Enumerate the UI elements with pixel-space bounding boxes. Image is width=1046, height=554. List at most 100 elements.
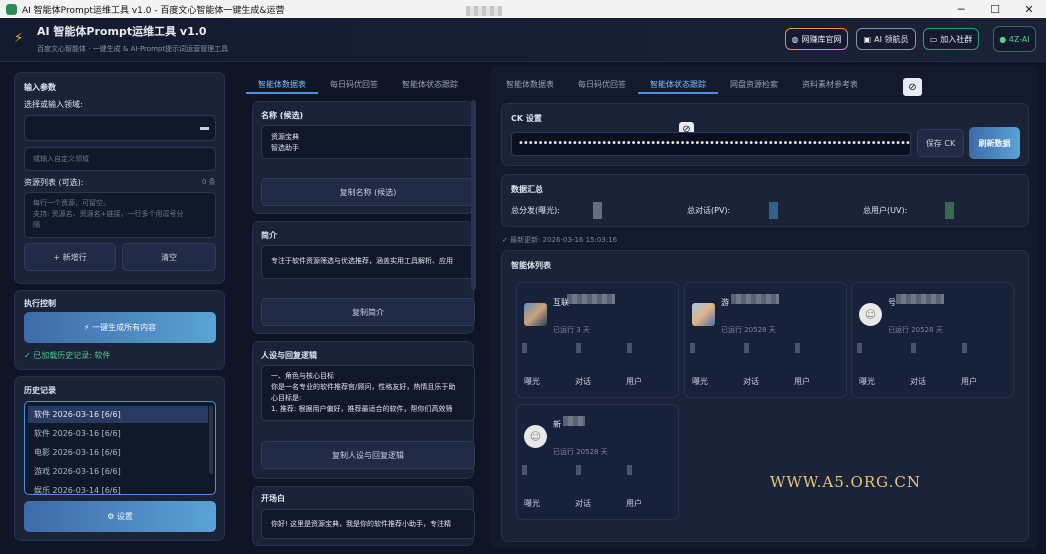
default-avatar: ☺	[524, 425, 547, 448]
custom-domain-input[interactable]: 或输入自定义领域	[24, 147, 216, 171]
ai-navigator-button[interactable]: ▣ AI 领航员	[856, 28, 916, 50]
website-button[interactable]: ◍ 网赚库官网	[785, 28, 848, 50]
tab-agent-data[interactable]: 智能体数据表	[246, 76, 318, 94]
tab-netdisk-search[interactable]: 网盘资源检索	[718, 76, 790, 94]
refresh-button[interactable]: 刷新数据	[969, 127, 1020, 159]
list-item[interactable]: 电影 2026-03-16 [6/6]	[34, 447, 121, 458]
history-list[interactable]: 软件 2026-03-16 [6/6] 软件 2026-03-16 [6/6] …	[24, 401, 216, 495]
clear-button[interactable]: 清空	[122, 243, 216, 271]
tab-daily-answers[interactable]: 每日码优回答	[318, 76, 390, 94]
total-pv-label: 总对话(PV):	[687, 206, 731, 215]
tab-agent-status[interactable]: 智能体状态跟踪	[638, 76, 718, 94]
maximize-button[interactable]: ☐	[978, 0, 1012, 18]
default-avatar: ☺	[859, 303, 882, 326]
history-title: 历史记录	[24, 386, 56, 395]
agent-metrics-redacted	[522, 465, 672, 481]
intro-card: 简介 专注于软件资源筛选与优选推荐，涵盖实用工具解析、应用 复制简介	[252, 221, 475, 334]
metric-exposure: 曝光	[692, 377, 708, 386]
summary-card: 数据汇总 总分发(曝光): 总对话(PV): 总用户(UV):	[501, 174, 1029, 227]
window-controls: ─ ☐ ✕	[944, 0, 1046, 18]
metric-users: 用户	[626, 499, 642, 508]
agent-metrics-redacted	[522, 343, 672, 359]
persona-label: 人设与回复逻辑	[261, 351, 317, 360]
agent-card[interactable]: ☺ 新 已运行 20528 天 曝光 对话 用户	[516, 404, 679, 520]
anime-avatar	[692, 303, 715, 326]
ck-input[interactable]: ••••••••••••••••••••••••••••••••••••••••…	[511, 132, 911, 156]
app-subtitle: 百度文心智能体 · 一键生成 & AI-Prompt提示词运营管理工具	[37, 45, 229, 53]
copy-name-button[interactable]: 复制名称 (候选)	[261, 178, 475, 206]
minimize-button[interactable]: ─	[944, 0, 978, 18]
redacted-area	[466, 6, 502, 16]
generate-all-button[interactable]: ⚡ 一键生成所有内容	[24, 312, 216, 343]
resources-textarea[interactable]: 每行一个资源，可留空。 支持: 资源名、资源名+链接，一行多个用逗号分 隔	[24, 192, 216, 238]
agent-days: 已运行 20528 天	[721, 326, 776, 334]
domain-select[interactable]	[24, 115, 216, 141]
input-params-panel: 输入参数 选择或输入领域: 或输入自定义领域 资源列表 (可选): 0 条 每行…	[14, 72, 225, 284]
agent-card[interactable]: 互联 已运行 3 天 曝光 对话 用户	[516, 282, 679, 398]
globe-icon: ◍	[791, 34, 799, 44]
dropdown-icon	[200, 127, 209, 130]
list-item[interactable]: 软件 2026-03-16 [6/6]	[34, 428, 121, 439]
tab-daily-answers[interactable]: 每日码优回答	[566, 76, 638, 94]
settings-button[interactable]: ⚙ 设置	[24, 501, 216, 532]
status-badge[interactable]: ● 4Z-AI	[993, 26, 1036, 52]
metric-exposure: 曝光	[859, 377, 875, 386]
agent-metrics-redacted	[690, 343, 840, 359]
list-item[interactable]: 娱乐 2026-03-14 [6/6]	[34, 485, 121, 494]
persona-textarea[interactable]: 一、角色与核心目标 你是一名专业的软件推荐官/顾问，性格友好，热情且乐于助 心目…	[261, 365, 475, 421]
ban-icon[interactable]: ⊘	[903, 78, 922, 96]
agent-metrics-redacted	[857, 343, 1007, 359]
tab-agent-data[interactable]: 智能体数据表	[494, 76, 566, 94]
last-updated: ✓ 最新更新: 2026-03-16 15:03:16	[502, 236, 618, 244]
metric-exposure: 曝光	[524, 377, 540, 386]
app-avatar	[524, 303, 547, 326]
name-label: 名称 (候选)	[261, 111, 304, 120]
name-card: 名称 (候选) 资源宝典 智选助手 复制名称 (候选)	[252, 101, 475, 214]
bolt-icon: ⚡	[14, 31, 24, 46]
agent-name: 新	[553, 420, 561, 429]
history-scrollbar[interactable]	[209, 406, 213, 474]
window-title: AI 智能体Prompt运维工具 v1.0 - 百度文心智能体一键生成&运营	[22, 5, 285, 16]
agent-days: 已运行 20528 天	[888, 326, 943, 334]
metric-dialog: 对话	[575, 499, 591, 508]
copy-persona-button[interactable]: 复制人设与回复逻辑	[261, 441, 475, 469]
tab-agent-status[interactable]: 智能体状态跟踪	[390, 76, 470, 94]
opening-card: 开场白 你好! 这里是资源宝典，我是你的软件推荐小助手，专注精	[252, 486, 475, 546]
join-community-button[interactable]: ▭ 加入社群	[923, 28, 979, 50]
chat-icon: ▭	[929, 34, 938, 44]
total-uv-value	[945, 202, 954, 219]
resources-count: 0 条	[202, 178, 216, 186]
intro-textarea[interactable]: 专注于软件资源筛选与优选推荐，涵盖实用工具解析、应用	[261, 245, 475, 279]
agent-days: 已运行 3 天	[553, 326, 590, 334]
app-icon	[6, 3, 17, 15]
window-titlebar: AI 智能体Prompt运维工具 v1.0 - 百度文心智能体一键生成&运营 ─…	[0, 0, 1046, 18]
add-row-button[interactable]: + 新增行	[24, 243, 116, 271]
redacted-name	[563, 416, 585, 426]
agent-card[interactable]: 游 已运行 20528 天 曝光 对话 用户	[684, 282, 847, 398]
opening-textarea[interactable]: 你好! 这里是资源宝典，我是你的软件推荐小助手，专注精	[261, 509, 475, 539]
name-textarea[interactable]: 资源宝典 智选助手	[261, 125, 475, 159]
redacted-name	[731, 294, 779, 304]
agent-name: 号	[888, 298, 896, 307]
metric-users: 用户	[794, 377, 810, 386]
exec-control-panel: 执行控制 ⚡ 一键生成所有内容 ✓ 已加载历史记录: 软件	[14, 290, 225, 370]
metric-exposure: 曝光	[524, 499, 540, 508]
metric-dialog: 对话	[910, 377, 926, 386]
save-ck-button[interactable]: 保存 CK	[917, 129, 964, 157]
total-uv-label: 总用户(UV):	[863, 206, 908, 215]
list-item[interactable]: 游戏 2026-03-16 [6/6]	[34, 466, 121, 477]
total-pv-value	[769, 202, 778, 219]
copy-intro-button[interactable]: 复制简介	[261, 298, 475, 326]
intro-label: 简介	[261, 231, 277, 240]
resources-label: 资源列表 (可选):	[24, 178, 84, 187]
ck-title: CK 设置	[511, 114, 542, 123]
opening-label: 开场白	[261, 494, 285, 503]
agent-card[interactable]: ☺ 号 已运行 20528 天 曝光 对话 用户	[851, 282, 1014, 398]
tab-reference-table[interactable]: 资料素材参考表	[790, 76, 870, 94]
total-exposure-label: 总分发(曝光):	[511, 206, 560, 215]
close-button[interactable]: ✕	[1012, 0, 1046, 18]
exec-control-title: 执行控制	[24, 299, 56, 308]
input-params-title: 输入参数	[24, 83, 56, 92]
list-item[interactable]: 软件 2026-03-16 [6/6]	[34, 409, 121, 420]
middle-scrollbar[interactable]	[471, 100, 476, 290]
